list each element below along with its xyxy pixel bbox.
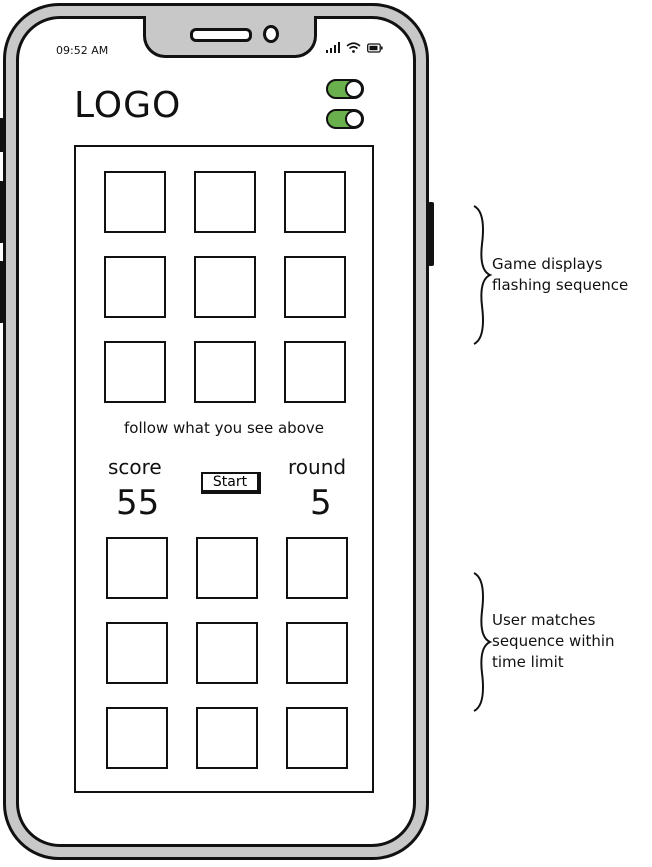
score-label: score <box>108 455 162 479</box>
toggle-knob <box>345 80 363 98</box>
display-tile <box>194 171 256 233</box>
input-tile[interactable] <box>286 707 348 769</box>
notch <box>143 16 317 58</box>
signal-icon <box>326 42 340 53</box>
display-tile <box>284 171 346 233</box>
input-tile[interactable] <box>286 537 348 599</box>
display-tile <box>194 341 256 403</box>
annotation-line: time limit <box>492 653 564 671</box>
display-tile <box>104 171 166 233</box>
input-tile[interactable] <box>106 537 168 599</box>
annotation-line: sequence within <box>492 632 615 650</box>
logo: LOGO <box>74 85 182 126</box>
speaker <box>190 28 252 42</box>
game-panel: follow what you see above score 55 Start… <box>74 145 374 793</box>
round-label: round <box>288 455 347 479</box>
display-tile <box>104 341 166 403</box>
input-tile[interactable] <box>106 707 168 769</box>
display-tile <box>194 256 256 318</box>
start-button[interactable]: Start <box>201 472 261 494</box>
display-grid <box>104 171 346 403</box>
power-button <box>428 202 434 266</box>
toggle-switch-1[interactable] <box>326 79 364 99</box>
status-time: 09:52 AM <box>56 44 109 57</box>
input-brace <box>473 572 493 712</box>
display-tile <box>104 256 166 318</box>
input-tile[interactable] <box>196 622 258 684</box>
front-camera <box>263 25 279 43</box>
input-tile[interactable] <box>106 622 168 684</box>
phone-screen: 09:52 AM LOGO follow what you see above … <box>16 16 416 847</box>
display-tile <box>284 256 346 318</box>
input-grid <box>106 537 348 769</box>
input-tile[interactable] <box>286 622 348 684</box>
status-icons <box>326 42 383 53</box>
battery-icon <box>367 42 383 53</box>
silent-switch <box>0 118 4 152</box>
display-annotation: Game displays flashing sequence <box>492 254 628 296</box>
toggle-switch-2[interactable] <box>326 109 364 129</box>
display-brace <box>473 205 493 345</box>
display-tile <box>284 341 346 403</box>
input-tile[interactable] <box>196 707 258 769</box>
input-annotation: User matches sequence within time limit <box>492 610 615 673</box>
round-value: 5 <box>310 483 332 523</box>
score-value: 55 <box>116 483 160 523</box>
instruction-text: follow what you see above <box>124 419 324 437</box>
input-tile[interactable] <box>196 537 258 599</box>
annotation-line: Game displays <box>492 255 603 273</box>
phone-frame: 09:52 AM LOGO follow what you see above … <box>0 3 434 860</box>
volume-down-button <box>0 261 4 323</box>
toggle-knob <box>345 110 363 128</box>
annotation-line: flashing sequence <box>492 276 629 294</box>
wifi-icon <box>346 42 361 53</box>
volume-up-button <box>0 181 4 243</box>
annotation-line: User matches <box>492 611 596 629</box>
